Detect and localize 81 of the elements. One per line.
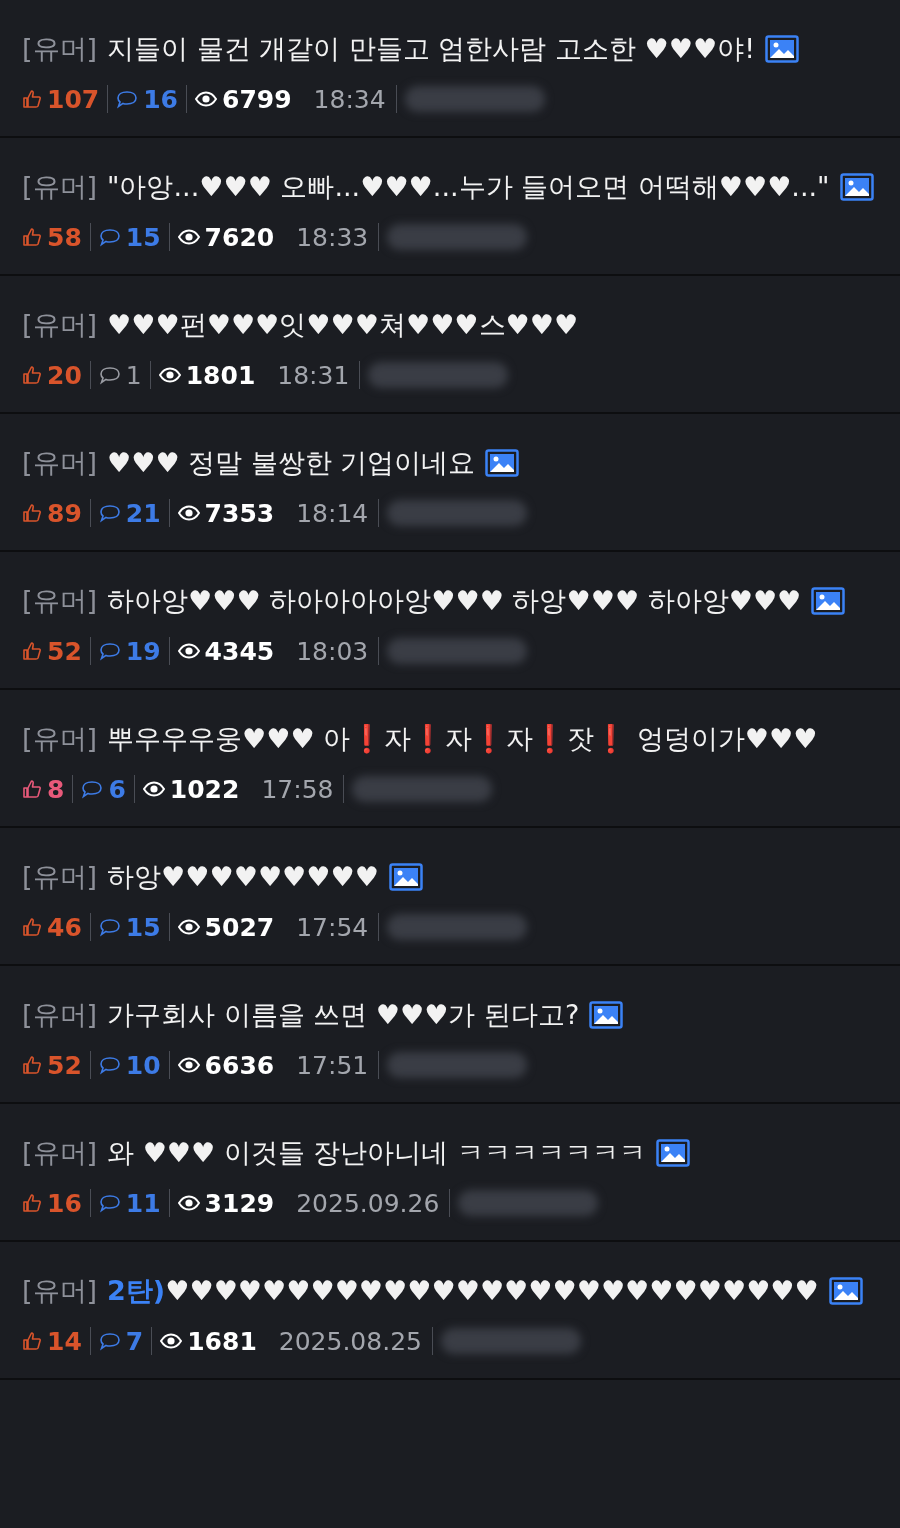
like-count: 89 <box>47 498 82 528</box>
eye-icon <box>177 505 200 521</box>
category-label: [유머] <box>22 722 98 756</box>
post-row[interactable]: [유머] ♥♥♥ 정말 불쌍한 기업이네요 89 21 7353 18:14 <box>0 414 900 552</box>
series-tag: 2탄) <box>107 1266 166 1316</box>
post-row[interactable]: [유머] 뿌우우우웅♥♥♥ 아❗자❗자❗자❗잣❗ 엉덩이가♥♥♥ 8 6 1022 17:58 <box>0 690 900 828</box>
post-row[interactable]: [유머] 가구회사 이름을 쓰면 ♥♥♥가 된다고? 52 10 6636 17:51 <box>0 966 900 1104</box>
comment-count: 6 <box>108 774 126 804</box>
post-row[interactable]: [유머] "아앙...♥♥♥ 오빠...♥♥♥...누가 들어오면 어떡해♥♥♥..." 58 15 7620 18:33 <box>0 138 900 276</box>
like-count: 52 <box>47 1050 82 1080</box>
post-time: 2025.09.26 <box>296 1188 440 1218</box>
post-title[interactable]: "아앙...♥♥♥ 오빠...♥♥♥...누가 들어오면 어떡해♥♥♥..." <box>107 162 830 212</box>
comment-count: 10 <box>125 1050 161 1080</box>
category-label: [유머] <box>22 308 98 342</box>
comment-count: 11 <box>125 1188 161 1218</box>
like-count: 46 <box>47 912 82 942</box>
category-label: [유머] <box>22 584 98 618</box>
eye-icon <box>177 643 200 659</box>
post-title[interactable]: 하아앙♥♥♥ 하아아아아앙♥♥♥ 하앙♥♥♥ 하아앙♥♥♥ <box>107 576 802 626</box>
category-label: [유머] <box>22 32 98 66</box>
post-time: 17:58 <box>261 774 334 804</box>
category-label: [유머] <box>22 446 98 480</box>
category-label: [유머] <box>22 1136 98 1170</box>
view-count: 1801 <box>185 360 256 390</box>
like-count: 16 <box>47 1188 82 1218</box>
view-count: 7620 <box>204 222 275 252</box>
view-count: 1681 <box>187 1326 257 1356</box>
post-row[interactable]: [유머] 2탄)♥♥♥♥♥♥♥♥♥♥♥♥♥♥♥♥♥♥♥♥♥♥♥♥♥♥♥ 14 7 1681 2025.08.25 <box>0 1242 900 1380</box>
post-title[interactable]: 뿌우우우웅♥♥♥ 아❗자❗자❗자❗잣❗ 엉덩이가♥♥♥ <box>107 714 818 764</box>
post-time: 18:14 <box>296 498 369 528</box>
comment-count: 15 <box>125 912 161 942</box>
like-count: 52 <box>47 636 82 666</box>
eye-icon <box>177 1057 200 1073</box>
post-title[interactable]: 와 ♥♥♥ 이것들 장난아니네 ㅋㅋㅋㅋㅋㅋㅋ <box>107 1128 647 1178</box>
comment-count: 19 <box>125 636 161 666</box>
comment-count: 15 <box>125 222 161 252</box>
post-title[interactable]: ♥♥♥ 정말 불쌍한 기업이네요 <box>107 438 476 488</box>
like-count: 8 <box>47 774 65 804</box>
eye-icon <box>160 1333 183 1349</box>
view-count: 4345 <box>204 636 275 666</box>
comment-count: 21 <box>125 498 161 528</box>
post-row[interactable]: [유머] 하아앙♥♥♥ 하아아아아앙♥♥♥ 하앙♥♥♥ 하아앙♥♥♥ 52 19 4345 18:03 <box>0 552 900 690</box>
eye-icon <box>177 229 200 245</box>
post-time: 18:03 <box>296 636 369 666</box>
view-count: 6636 <box>204 1050 275 1080</box>
post-title[interactable]: ♥♥♥펀♥♥♥잇♥♥♥쳐♥♥♥스♥♥♥ <box>107 300 579 350</box>
post-title[interactable]: 지들이 물건 개같이 만들고 엄한사람 고소한 ♥♥♥야! <box>107 24 755 74</box>
post-title[interactable]: 가구회사 이름을 쓰면 ♥♥♥가 된다고? <box>107 990 580 1040</box>
like-count: 20 <box>47 360 82 390</box>
post-time: 2025.08.25 <box>278 1326 422 1356</box>
view-count: 1022 <box>169 774 240 804</box>
post-row[interactable]: [유머] 와 ♥♥♥ 이것들 장난아니네 ㅋㅋㅋㅋㅋㅋㅋ 16 11 3129 2025.09.26 <box>0 1104 900 1242</box>
post-row[interactable]: [유머] 지들이 물건 개같이 만들고 엄한사람 고소한 ♥♥♥야! 107 16 6799 18:34 <box>0 0 900 138</box>
post-time: 17:51 <box>296 1050 369 1080</box>
like-count: 58 <box>47 222 82 252</box>
like-count: 107 <box>47 84 100 114</box>
post-time: 18:34 <box>313 84 386 114</box>
post-time: 17:54 <box>296 912 369 942</box>
eye-icon <box>158 367 181 383</box>
category-label: [유머] <box>22 170 98 204</box>
post-title[interactable]: 하앙♥♥♥♥♥♥♥♥♥ <box>107 852 379 902</box>
category-label: [유머] <box>22 1274 98 1308</box>
post-time: 18:31 <box>277 360 350 390</box>
post-row[interactable]: [유머] ♥♥♥펀♥♥♥잇♥♥♥쳐♥♥♥스♥♥♥ 20 1 1801 18:31 <box>0 276 900 414</box>
comment-count: 16 <box>143 84 178 114</box>
category-label: [유머] <box>22 998 98 1032</box>
view-count: 5027 <box>204 912 275 942</box>
eye-icon <box>195 91 217 107</box>
comment-count: 7 <box>125 1326 144 1356</box>
category-label: [유머] <box>22 860 98 894</box>
like-count: 14 <box>47 1326 82 1356</box>
eye-icon <box>177 1195 200 1211</box>
post-time: 18:33 <box>296 222 369 252</box>
eye-icon <box>177 919 200 935</box>
view-count: 3129 <box>204 1188 275 1218</box>
post-title[interactable]: ♥♥♥♥♥♥♥♥♥♥♥♥♥♥♥♥♥♥♥♥♥♥♥♥♥♥♥ <box>165 1266 819 1316</box>
post-row[interactable]: [유머] 하앙♥♥♥♥♥♥♥♥♥ 46 15 5027 17:54 <box>0 828 900 966</box>
view-count: 6799 <box>222 84 292 114</box>
comment-count: 1 <box>125 360 142 390</box>
view-count: 7353 <box>204 498 275 528</box>
eye-icon <box>142 781 165 797</box>
